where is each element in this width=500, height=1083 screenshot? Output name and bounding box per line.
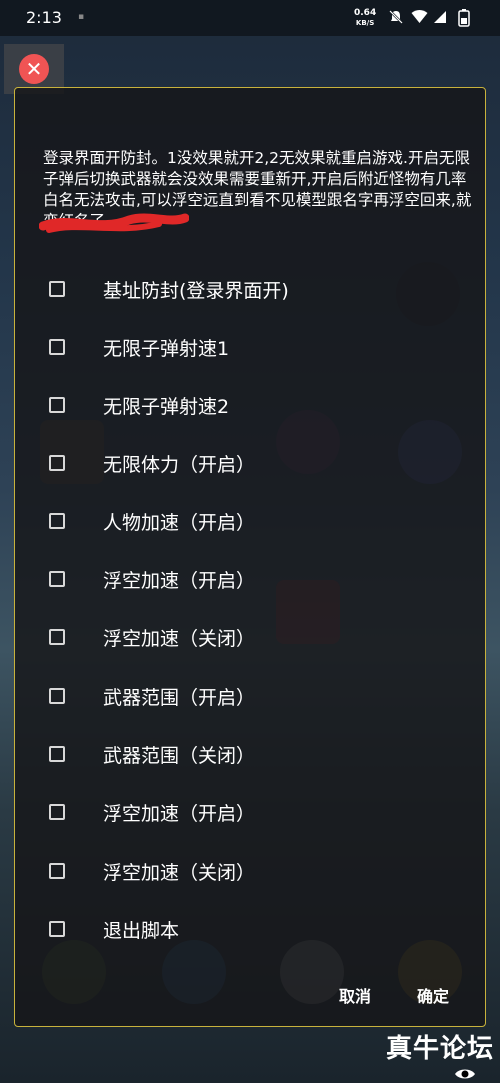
option-checkbox[interactable] (49, 746, 65, 762)
redaction-scribble (39, 213, 189, 233)
option-label: 人物加速（开启） (103, 511, 256, 534)
option-checkbox[interactable] (49, 339, 65, 355)
option-item[interactable]: 武器范围（关闭） (45, 734, 445, 774)
option-checkbox[interactable] (49, 513, 65, 529)
battery-icon (458, 9, 470, 31)
option-item[interactable]: 退出脚本 (45, 909, 445, 949)
option-label: 无限子弹射速1 (103, 337, 230, 360)
option-item[interactable]: 浮空加速（开启） (45, 559, 445, 599)
option-checkbox[interactable] (49, 629, 65, 645)
option-label: 退出脚本 (103, 919, 180, 942)
option-checkbox[interactable] (49, 455, 65, 471)
option-label: 浮空加速（关闭） (103, 861, 256, 884)
network-speed: 0.64 KB/S (354, 8, 376, 28)
option-item[interactable]: 无限子弹射速2 (45, 385, 445, 425)
confirm-button[interactable]: 确定 (417, 983, 449, 1007)
script-dialog: 登录界面开防封。1没效果就开2,2无效果就重启游戏.开启无限子弹后切换武器就会没… (14, 87, 486, 1027)
option-label: 无限子弹射速2 (103, 395, 230, 418)
cell-signal-icon (433, 9, 447, 28)
option-item[interactable]: 浮空加速（关闭） (45, 617, 445, 657)
option-checkbox[interactable] (49, 804, 65, 820)
option-label: 浮空加速（开启） (103, 569, 256, 592)
option-label: 武器范围（关闭） (103, 744, 256, 767)
option-checkbox[interactable] (49, 863, 65, 879)
close-icon: ✕ (19, 54, 49, 84)
option-checkbox[interactable] (49, 397, 65, 413)
option-label: 浮空加速（关闭） (103, 627, 256, 650)
silent-bell-icon (388, 9, 404, 29)
eye-icon (455, 1069, 475, 1079)
status-time: 2:13 (26, 8, 62, 27)
option-item[interactable]: 无限子弹射速1 (45, 327, 445, 367)
option-checkbox[interactable] (49, 688, 65, 704)
net-speed-unit: KB/S (355, 19, 375, 27)
status-bar: 2:13 ▪ 0.64 KB/S (0, 0, 500, 36)
option-label: 浮空加速（开启） (103, 802, 256, 825)
option-label: 无限体力（开启） (103, 453, 256, 476)
option-checkbox[interactable] (49, 921, 65, 937)
option-checkbox[interactable] (49, 281, 65, 297)
option-label: 武器范围（开启） (103, 686, 256, 709)
option-item[interactable]: 浮空加速（开启） (45, 792, 445, 832)
notification-dot-icon: ▪ (78, 12, 85, 22)
forum-watermark: 真牛论坛 (385, 1034, 494, 1064)
option-checkbox[interactable] (49, 571, 65, 587)
option-item[interactable]: 浮空加速（关闭） (45, 851, 445, 891)
cancel-button[interactable]: 取消 (339, 983, 371, 1007)
option-label: 基址防封(登录界面开) (103, 279, 289, 302)
wifi-icon (411, 9, 428, 28)
option-item[interactable]: 基址防封(登录界面开) (45, 269, 445, 309)
option-item[interactable]: 无限体力（开启） (45, 443, 445, 483)
option-item[interactable]: 武器范围（开启） (45, 676, 445, 716)
net-speed-value: 0.64 (354, 8, 377, 18)
option-item[interactable]: 人物加速（开启） (45, 501, 445, 541)
